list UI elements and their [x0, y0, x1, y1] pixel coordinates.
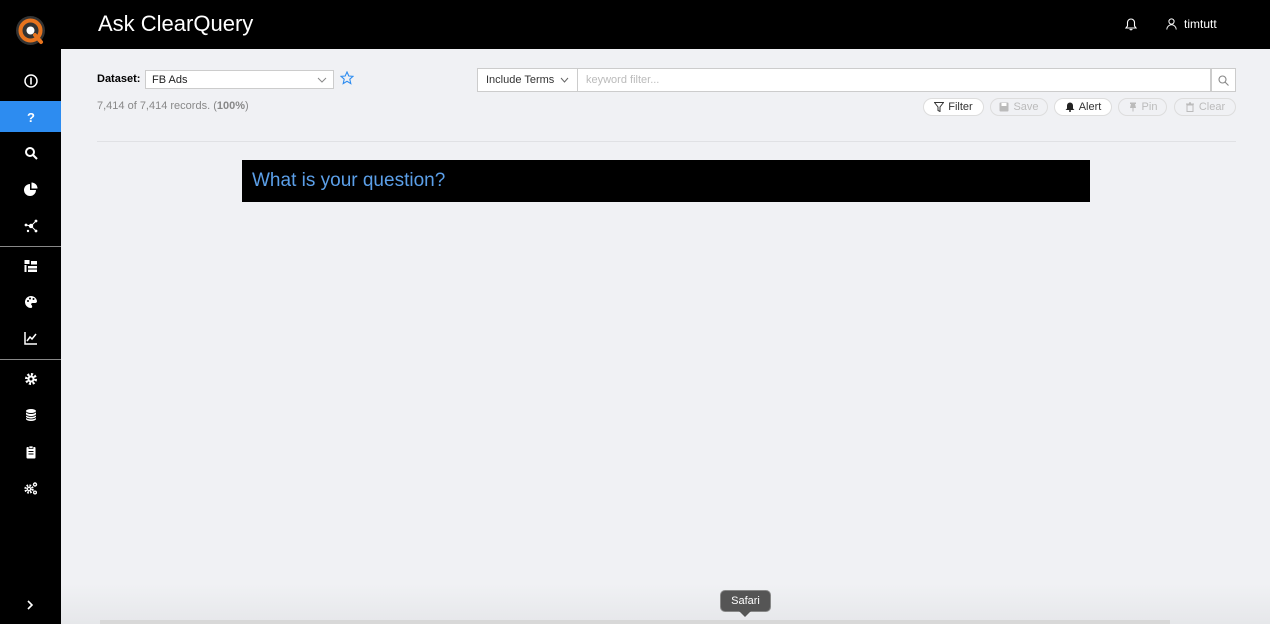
- dataset-select[interactable]: FB Ads: [145, 70, 334, 89]
- sidebar-item-admin[interactable]: [0, 473, 61, 503]
- filter-button[interactable]: Filter: [923, 98, 984, 116]
- tooltip-arrow: [739, 611, 751, 617]
- network-icon: [24, 219, 37, 233]
- clearquery-logo: [16, 16, 45, 45]
- gears-icon: [23, 482, 37, 495]
- trend-chart-icon: [23, 332, 37, 345]
- sidebar-item-charts[interactable]: [0, 174, 61, 204]
- records-percent: 100%: [216, 100, 245, 112]
- clipboard-icon: [26, 445, 35, 459]
- records-suffix: ): [245, 100, 249, 112]
- trash-icon: [1185, 102, 1194, 112]
- save-label: Save: [1013, 101, 1039, 113]
- page-title: Ask ClearQuery: [98, 11, 254, 36]
- svg-text:?: ?: [27, 110, 35, 124]
- chevron-down-icon: [560, 77, 569, 83]
- gear-icon: [24, 373, 37, 385]
- records-text: 7,414 of 7,414 records. (: [97, 100, 217, 112]
- search-button[interactable]: [1211, 68, 1236, 92]
- pin-icon: [1129, 102, 1136, 112]
- sidebar-divider: [0, 359, 61, 360]
- alert-label: Alert: [1078, 101, 1102, 113]
- chevron-down-icon: [317, 77, 327, 83]
- sidebar-item-network[interactable]: [0, 211, 61, 241]
- sidebar-item-data[interactable]: [0, 400, 61, 430]
- sidebar-item-hierarchy[interactable]: [0, 251, 61, 281]
- question-icon: ?: [27, 110, 35, 124]
- sidebar-divider: [0, 246, 61, 247]
- dataset-value: FB Ads: [152, 73, 188, 86]
- bell-icon: [1065, 102, 1075, 112]
- sidebar: ?: [0, 0, 61, 624]
- dock-tooltip: Safari: [720, 590, 771, 612]
- search-icon: [24, 147, 38, 160]
- dock-bar: [100, 620, 1170, 624]
- keyword-filter-input[interactable]: [578, 68, 1211, 92]
- sidebar-item-themes[interactable]: [0, 287, 61, 317]
- sidebar-item-trends[interactable]: [0, 323, 61, 353]
- sidebar-item-ask[interactable]: ?: [0, 101, 61, 132]
- sidebar-item-reports[interactable]: [0, 437, 61, 467]
- pin-label: Pin: [1141, 101, 1158, 113]
- save-icon: [999, 102, 1009, 112]
- user-menu[interactable]: timtutt: [1166, 17, 1217, 31]
- alert-button[interactable]: Alert: [1054, 98, 1112, 116]
- filter-icon: [934, 102, 945, 112]
- sidebar-item-search[interactable]: [0, 138, 61, 168]
- notification-bell-icon[interactable]: [1125, 18, 1137, 31]
- favorite-star-icon[interactable]: [340, 71, 354, 85]
- save-button[interactable]: Save: [990, 98, 1048, 116]
- sidebar-item-settings[interactable]: [0, 364, 61, 394]
- database-icon: [25, 409, 36, 421]
- top-header: Ask ClearQuery timtutt: [61, 0, 1270, 49]
- hierarchy-icon: [24, 260, 37, 272]
- pie-chart-icon: [23, 182, 37, 196]
- palette-icon: [24, 295, 37, 308]
- pin-button[interactable]: Pin: [1118, 98, 1167, 116]
- records-count: 7,414 of 7,414 records. (100%): [97, 100, 249, 112]
- terms-mode-select[interactable]: Include Terms: [477, 68, 578, 92]
- filter-label: Filter: [948, 101, 973, 113]
- question-placeholder: What is your question?: [252, 170, 446, 191]
- dock-shadow: [61, 584, 1270, 624]
- info-icon: [23, 74, 38, 88]
- terms-mode-value: Include Terms: [486, 74, 555, 86]
- sidebar-item-info[interactable]: [0, 66, 61, 96]
- chevron-right-icon[interactable]: [24, 599, 36, 611]
- user-icon: [1166, 18, 1177, 30]
- clear-label: Clear: [1198, 101, 1226, 113]
- user-name: timtutt: [1184, 17, 1217, 31]
- clear-button[interactable]: Clear: [1174, 98, 1236, 116]
- divider: [97, 141, 1236, 142]
- question-input[interactable]: What is your question?: [242, 160, 1090, 202]
- search-icon: [1218, 74, 1229, 86]
- dataset-label: Dataset:: [97, 73, 141, 85]
